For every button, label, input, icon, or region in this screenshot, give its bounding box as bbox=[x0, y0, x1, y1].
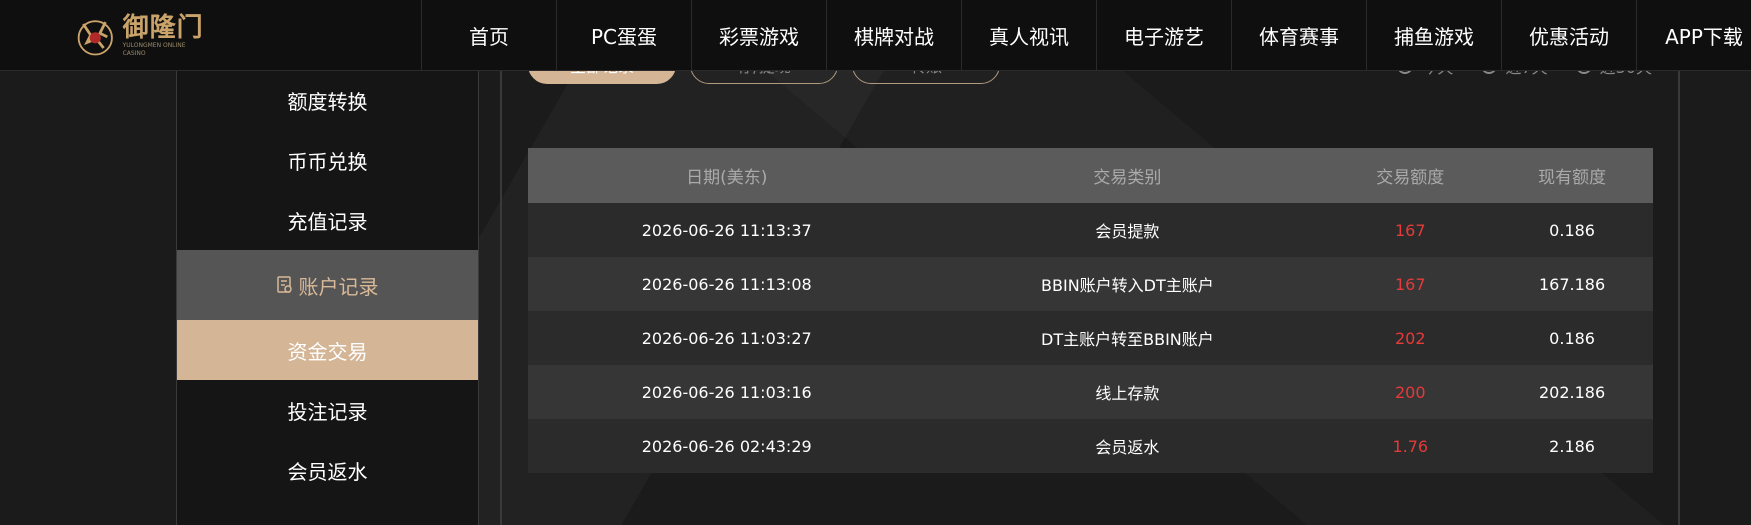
cell-date: 2026-06-26 02:43:29 bbox=[528, 419, 926, 473]
sidebar-item-fund-transactions[interactable]: 资金交易 bbox=[177, 320, 478, 380]
nav-pc-egg[interactable]: PC蛋蛋 bbox=[556, 0, 691, 70]
cell-balance: 0.186 bbox=[1491, 311, 1653, 365]
sidebar-item-member-rebate[interactable]: 会员返水 bbox=[177, 440, 478, 500]
transactions-panel: 全部记录 存/提现 转账 今天 近7天 近30天 日期(美东) 交易类别 交易额… bbox=[500, 46, 1680, 525]
dragon-logo-icon bbox=[77, 20, 113, 56]
sidebar-group-label: 账户记录 bbox=[298, 274, 379, 299]
cell-balance: 2.186 bbox=[1491, 419, 1653, 473]
cell-balance: 0.186 bbox=[1491, 203, 1653, 257]
document-icon bbox=[276, 276, 292, 293]
sidebar-group-account-records[interactable]: 账户记录 bbox=[177, 250, 478, 320]
cell-date: 2026-06-26 11:03:27 bbox=[528, 311, 926, 365]
account-sidebar: 提现 额度转换 币币兑换 充值记录 账户记录 资金交易 投注记录 会员返水 bbox=[176, 60, 479, 525]
column-type: 交易类别 bbox=[925, 148, 1330, 203]
cell-amount: 1.76 bbox=[1329, 419, 1492, 473]
brand-logo[interactable]: 御隆门 YULONGMEN ONLINE CASINO bbox=[74, 8, 204, 64]
cell-date: 2026-06-26 11:03:16 bbox=[528, 365, 926, 419]
nav-live-video[interactable]: 真人视讯 bbox=[961, 0, 1096, 70]
sidebar-item-coin-exchange[interactable]: 币币兑换 bbox=[177, 130, 478, 190]
cell-type: BBIN账户转入DT主账户 bbox=[925, 257, 1330, 311]
sidebar-item-deposit-records[interactable]: 充值记录 bbox=[177, 190, 478, 250]
column-date: 日期(美东) bbox=[528, 148, 926, 203]
table-row: 2026-06-26 11:13:37 会员提款 167 0.186 bbox=[528, 203, 1653, 257]
nav-app-download[interactable]: APP下载 bbox=[1636, 0, 1751, 70]
nav-lottery[interactable]: 彩票游戏 bbox=[691, 0, 826, 70]
cell-amount: 202 bbox=[1329, 311, 1492, 365]
column-amount: 交易额度 bbox=[1329, 148, 1492, 203]
table-row: 2026-06-26 11:03:27 DT主账户转至BBIN账户 202 0.… bbox=[528, 311, 1653, 365]
cell-amount: 167 bbox=[1329, 203, 1492, 257]
cell-type: 线上存款 bbox=[925, 365, 1330, 419]
table-row: 2026-06-26 11:13:08 BBIN账户转入DT主账户 167 16… bbox=[528, 257, 1653, 311]
cell-date: 2026-06-26 11:13:08 bbox=[528, 257, 926, 311]
cell-date: 2026-06-26 11:13:37 bbox=[528, 203, 926, 257]
nav-sports[interactable]: 体育赛事 bbox=[1231, 0, 1366, 70]
brand-tagline: YULONGMEN ONLINE CASINO bbox=[122, 42, 186, 57]
table-header-row: 日期(美东) 交易类别 交易额度 现有额度 bbox=[528, 148, 1653, 203]
table-row: 2026-06-26 11:03:16 线上存款 200 202.186 bbox=[528, 365, 1653, 419]
nav-chess-cards[interactable]: 棋牌对战 bbox=[826, 0, 961, 70]
nav-home[interactable]: 首页 bbox=[421, 0, 556, 70]
cell-type: 会员提款 bbox=[925, 203, 1330, 257]
cell-amount: 167 bbox=[1329, 257, 1492, 311]
top-navigation: 御隆门 YULONGMEN ONLINE CASINO 首页 PC蛋蛋 彩票游戏… bbox=[0, 0, 1751, 71]
nav-fishing[interactable]: 捕鱼游戏 bbox=[1366, 0, 1501, 70]
cell-balance: 167.186 bbox=[1491, 257, 1653, 311]
cell-balance: 202.186 bbox=[1491, 365, 1653, 419]
sidebar-item-bet-records[interactable]: 投注记录 bbox=[177, 380, 478, 440]
brand-name: 御隆门 bbox=[122, 13, 204, 43]
main-nav: 首页 PC蛋蛋 彩票游戏 棋牌对战 真人视讯 电子游艺 体育赛事 捕鱼游戏 优惠… bbox=[421, 0, 1751, 70]
nav-promotions[interactable]: 优惠活动 bbox=[1501, 0, 1636, 70]
cell-amount: 200 bbox=[1329, 365, 1492, 419]
sidebar-item-credit-transfer[interactable]: 额度转换 bbox=[177, 70, 478, 130]
cell-type: DT主账户转至BBIN账户 bbox=[925, 311, 1330, 365]
nav-e-games[interactable]: 电子游艺 bbox=[1096, 0, 1231, 70]
cell-type: 会员返水 bbox=[925, 419, 1330, 473]
table-row: 2026-06-26 02:43:29 会员返水 1.76 2.186 bbox=[528, 419, 1653, 473]
column-balance: 现有额度 bbox=[1491, 148, 1653, 203]
transactions-table: 日期(美东) 交易类别 交易额度 现有额度 2026-06-26 11:13:3… bbox=[528, 148, 1653, 473]
